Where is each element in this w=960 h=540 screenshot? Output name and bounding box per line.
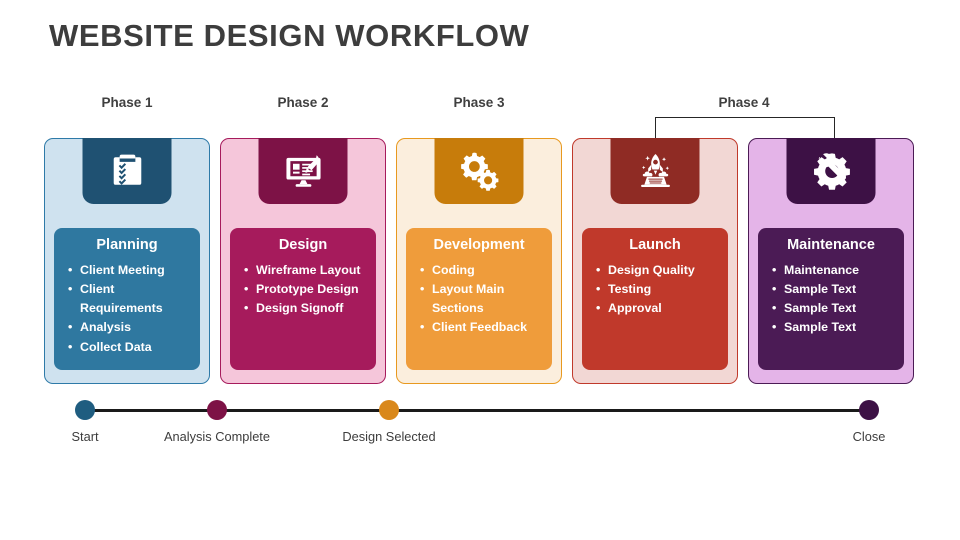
list-item: Design Signoff <box>234 299 372 318</box>
panel-title: Design <box>278 237 328 253</box>
workflow-column-launch[interactable]: Launch Design Quality Testing Approval <box>572 138 738 384</box>
inner-panel: Launch Design Quality Testing Approval <box>582 228 728 370</box>
list-item: Maintenance <box>762 261 900 280</box>
panel-title: Launch <box>629 237 681 253</box>
inner-panel: Design Wireframe Layout Prototype Design… <box>230 228 376 370</box>
gears-icon <box>434 138 524 204</box>
inner-panel: Development Coding Layout Main Sections … <box>406 228 552 370</box>
list-item: Design Quality <box>586 261 724 280</box>
clipboard-checklist-icon <box>82 138 172 204</box>
list-item: Testing <box>586 280 724 299</box>
inner-panel: Planning Client Meeting Client Requireme… <box>54 228 200 370</box>
panel-item-list: Wireframe Layout Prototype Design Design… <box>234 261 372 319</box>
list-item: Wireframe Layout <box>234 261 372 280</box>
timeline-label-close: Close <box>852 429 886 444</box>
panel-title: Maintenance <box>787 237 875 253</box>
list-item: Client Requirements <box>58 280 196 318</box>
gear-wrench-icon <box>786 138 876 204</box>
list-item: Coding <box>410 261 548 280</box>
timeline-label-start: Start <box>71 429 99 444</box>
list-item: Prototype Design <box>234 280 372 299</box>
list-item: Analysis <box>58 318 196 337</box>
timeline-milestone-design-selected[interactable] <box>379 400 399 420</box>
workflow-column-design[interactable]: Design Wireframe Layout Prototype Design… <box>220 138 386 384</box>
list-item: Sample Text <box>762 318 900 337</box>
panel-title: Planning <box>96 237 158 253</box>
panel-item-list: Design Quality Testing Approval <box>586 261 724 319</box>
panel-item-list: Maintenance Sample Text Sample Text Samp… <box>762 261 900 338</box>
timeline-milestone-start[interactable] <box>75 400 95 420</box>
list-item: Client Meeting <box>58 261 196 280</box>
monitor-paintbrush-icon <box>258 138 348 204</box>
timeline-milestone-analysis-complete[interactable] <box>207 400 227 420</box>
workflow-column-maintenance[interactable]: Maintenance Maintenance Sample Text Samp… <box>748 138 914 384</box>
timeline-axis <box>84 409 870 412</box>
panel-title: Development <box>433 237 525 253</box>
panel-item-list: Client Meeting Client Requirements Analy… <box>58 261 196 357</box>
phase-4-bracket <box>655 117 835 140</box>
phase-label-4: Phase 4 <box>718 95 770 110</box>
workflow-column-planning[interactable]: Planning Client Meeting Client Requireme… <box>44 138 210 384</box>
timeline-label-design-selected: Design Selected <box>342 429 436 444</box>
page-title: WEBSITE DESIGN WORKFLOW <box>49 18 530 53</box>
list-item: Collect Data <box>58 338 196 357</box>
panel-item-list: Coding Layout Main Sections Client Feedb… <box>410 261 548 338</box>
phase-label-1: Phase 1 <box>101 95 153 110</box>
inner-panel: Maintenance Maintenance Sample Text Samp… <box>758 228 904 370</box>
phase-label-3: Phase 3 <box>453 95 505 110</box>
list-item: Layout Main Sections <box>410 280 548 318</box>
list-item: Client Feedback <box>410 318 548 337</box>
timeline-label-analysis-complete: Analysis Complete <box>164 429 270 444</box>
workflow-column-development[interactable]: Development Coding Layout Main Sections … <box>396 138 562 384</box>
rocket-launch-icon <box>610 138 700 204</box>
list-item: Sample Text <box>762 299 900 318</box>
timeline-milestone-close[interactable] <box>859 400 879 420</box>
phase-label-2: Phase 2 <box>277 95 329 110</box>
list-item: Sample Text <box>762 280 900 299</box>
list-item: Approval <box>586 299 724 318</box>
